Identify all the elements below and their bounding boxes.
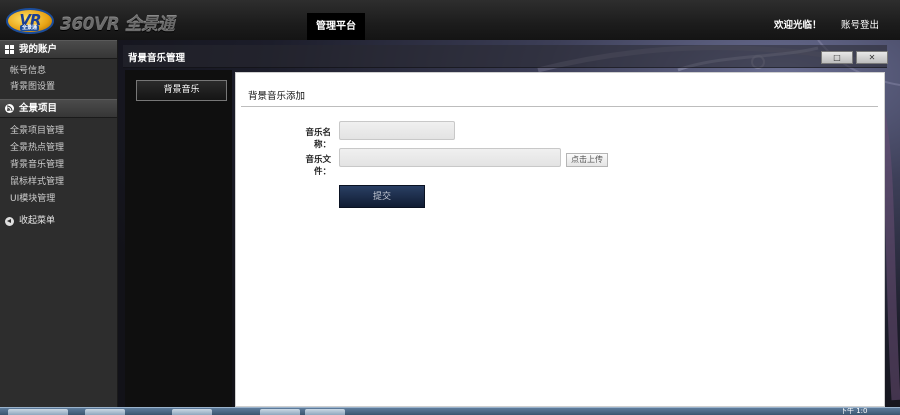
- music-file-input[interactable]: [339, 148, 561, 167]
- sidebar-item-cursor-manage[interactable]: 鼠标样式管理: [10, 176, 64, 188]
- sidebar-item-hotspot-manage[interactable]: 全景热点管理: [10, 142, 64, 154]
- taskbar-item-4[interactable]: [305, 409, 345, 415]
- sidebar-item-project-manage[interactable]: 全景项目管理: [10, 125, 64, 137]
- sidebar-section-projects[interactable]: 全景项目: [0, 99, 117, 118]
- sidebar-item-account-info[interactable]: 帐号信息: [10, 65, 46, 77]
- logo-badge-sub: 全景通: [20, 25, 40, 31]
- panel-menu-column: 背景音乐: [125, 70, 232, 407]
- welcome-text: 欢迎光临！: [774, 20, 822, 31]
- restore-button[interactable]: □: [821, 51, 853, 64]
- sidebar-item-music-manage[interactable]: 背景音乐管理: [10, 159, 64, 171]
- form-section-title: 背景音乐添加: [248, 91, 306, 102]
- sidebar-item-ui-module-manage[interactable]: UI模块管理: [10, 193, 55, 205]
- close-button[interactable]: ✕: [856, 51, 888, 64]
- collapse-menu-button[interactable]: 收起菜单: [0, 213, 117, 230]
- menu-item-background-music[interactable]: 背景音乐: [136, 80, 227, 101]
- panel-title: 背景音乐管理: [128, 53, 186, 64]
- music-name-input[interactable]: [339, 121, 455, 140]
- upload-button[interactable]: 点击上传: [566, 153, 608, 167]
- taskbar-item-2[interactable]: [172, 409, 212, 415]
- form-content: 背景音乐添加 音乐名称： 音乐文件： 点击上传 提交: [235, 72, 885, 407]
- arrow-left-circle-icon: [5, 217, 14, 226]
- submit-button[interactable]: 提交: [339, 185, 425, 208]
- collapse-menu-label: 收起菜单: [19, 216, 56, 226]
- form-divider: [241, 106, 878, 107]
- taskbar-item-1[interactable]: [85, 409, 125, 415]
- grid-icon: [5, 45, 14, 54]
- music-name-label: 音乐名称：: [305, 128, 331, 150]
- main-area: 背景音乐管理 □ ✕ 背景音乐 背景音乐添加 音乐名称： 音乐文件： 点击上传 …: [118, 40, 900, 407]
- music-file-label: 音乐文件：: [305, 155, 331, 177]
- music-manage-panel: 背景音乐管理 □ ✕ 背景音乐 背景音乐添加 音乐名称： 音乐文件： 点击上传 …: [123, 45, 888, 407]
- logo: VR 全景通: [6, 8, 54, 34]
- sidebar: 我的账户 帐号信息 背景图设置 全景项目 全景项目管理 全景热点管理 背景音乐管…: [0, 40, 118, 407]
- sidebar-section-account-label: 我的账户: [19, 44, 58, 55]
- logo-text: 360VR 全景通: [60, 15, 175, 35]
- sidebar-section-account[interactable]: 我的账户: [0, 40, 117, 59]
- panel-title-bar: 背景音乐管理 □ ✕: [123, 45, 888, 68]
- sidebar-section-projects-label: 全景项目: [19, 103, 58, 114]
- rss-icon: [5, 104, 14, 113]
- tab-admin-platform[interactable]: 管理平台: [307, 13, 365, 40]
- top-bar: VR 全景通 360VR 全景通 管理平台 欢迎光临！ 账号登出: [0, 0, 900, 41]
- taskbar-item-3[interactable]: [260, 409, 300, 415]
- taskbar-start-item[interactable]: [8, 409, 68, 415]
- logout-link[interactable]: 账号登出: [841, 17, 879, 31]
- sidebar-item-background-settings[interactable]: 背景图设置: [10, 81, 55, 93]
